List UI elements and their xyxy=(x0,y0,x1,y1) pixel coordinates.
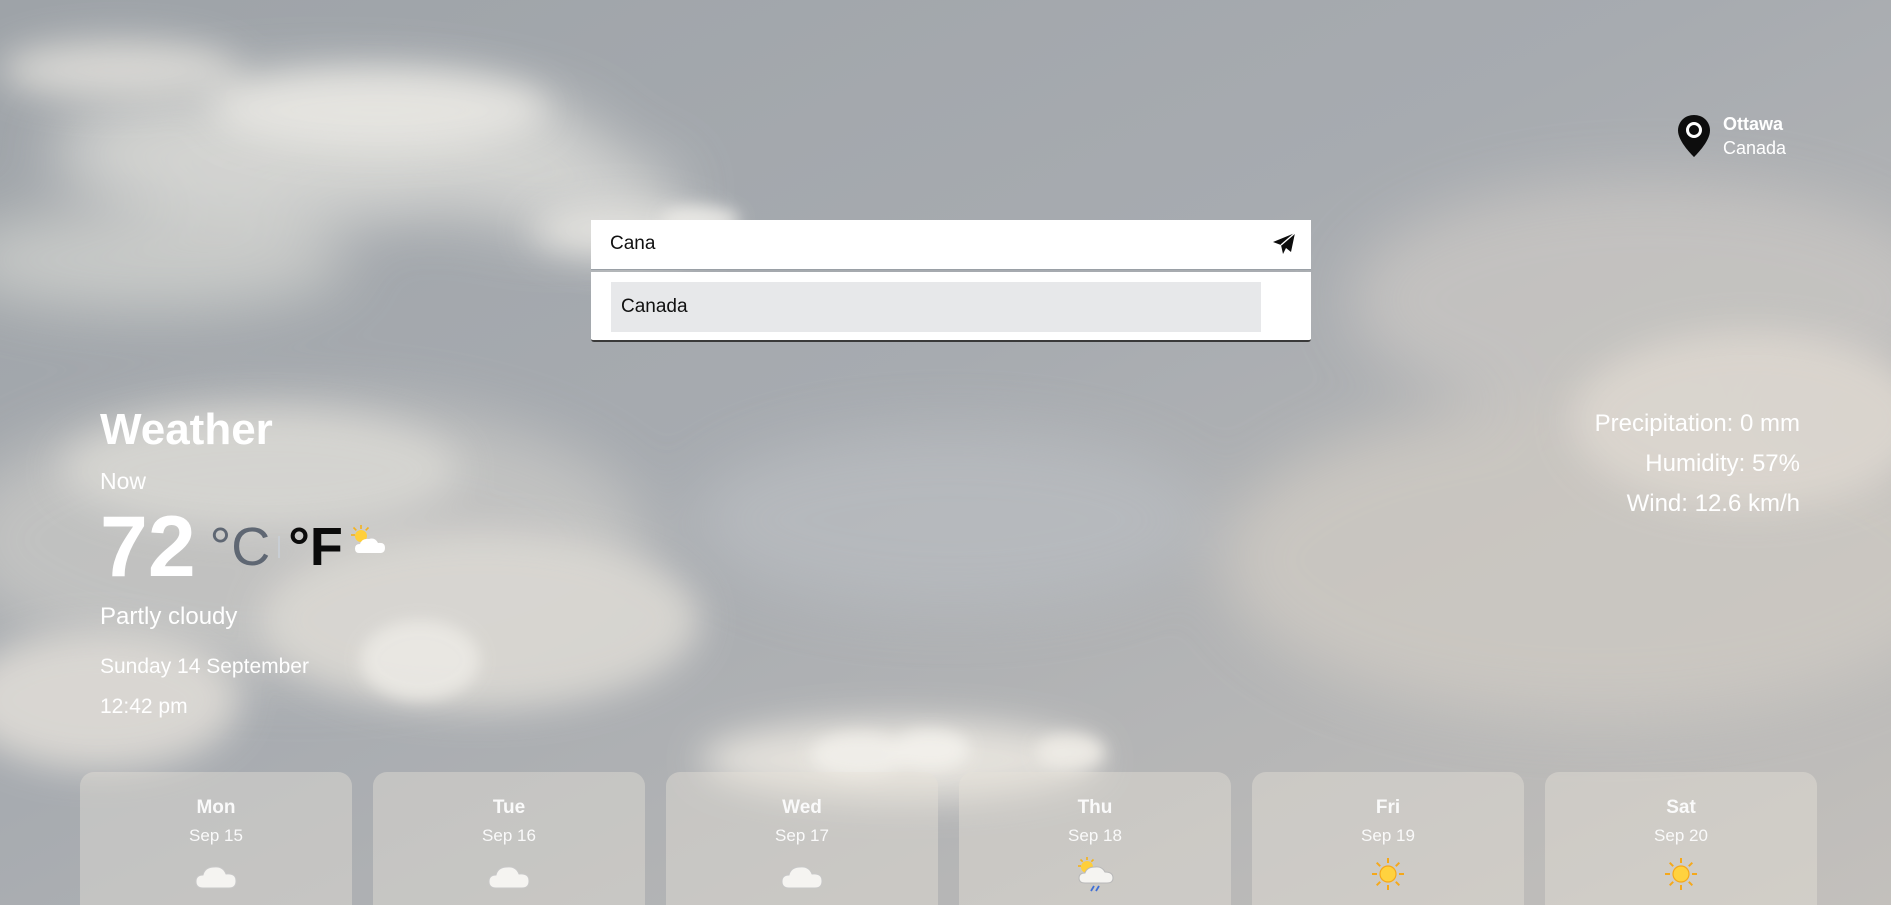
location-country: Canada xyxy=(1723,138,1787,158)
forecast-day-mon[interactable]: Mon Sep 15 xyxy=(80,772,352,905)
forecast-day-date: Sep 17 xyxy=(775,826,829,845)
forecast-day-name: Fri xyxy=(1375,797,1401,818)
current-temperature: 72 xyxy=(100,499,196,595)
search-bar xyxy=(591,220,1311,270)
temperature-row: 72 °C °F xyxy=(100,500,391,594)
cloud-icon xyxy=(195,866,237,889)
forecast-day-name: Mon xyxy=(196,797,236,818)
forecast-day-wed[interactable]: Wed Sep 17 xyxy=(666,772,938,905)
map-pin-icon xyxy=(1678,115,1710,157)
weather-stats: Precipitation: 0 mm Humidity: 57% Wind: … xyxy=(1595,404,1800,524)
weather-app: Ottawa Canada Canada Weather Now 72 °C °… xyxy=(0,0,1891,905)
current-location: Ottawa Canada xyxy=(1675,112,1786,160)
forecast-day-date: Sep 16 xyxy=(482,826,536,845)
forecast-day-name: Tue xyxy=(492,797,526,818)
cloud-icon xyxy=(488,866,530,889)
paper-plane-icon xyxy=(1273,232,1296,254)
forecast-day-date: Sep 15 xyxy=(189,826,243,845)
unit-celsius-toggle[interactable]: °C xyxy=(210,500,271,594)
unit-divider xyxy=(278,536,281,558)
forecast-day-name: Sat xyxy=(1666,797,1696,818)
page-title: Weather xyxy=(100,405,273,454)
cloud-icon xyxy=(781,866,823,889)
suggestion-item[interactable]: Canada xyxy=(611,282,1261,332)
current-time: 12:42 pm xyxy=(100,695,188,718)
forecast-day-name: Wed xyxy=(782,797,822,818)
forecast-strip: Mon Sep 15 Tue Sep 16 Wed Sep 17 Thu Sep… xyxy=(80,772,1854,905)
forecast-day-name: Thu xyxy=(1077,797,1113,818)
forecast-day-sat[interactable]: Sat Sep 20 xyxy=(1545,772,1817,905)
wind-stat: Wind: 12.6 km/h xyxy=(1626,490,1800,517)
sun-icon xyxy=(1372,858,1404,890)
forecast-day-date: Sep 19 xyxy=(1361,826,1415,845)
unit-fahrenheit-toggle[interactable]: °F xyxy=(288,500,343,594)
sun-icon xyxy=(1665,858,1697,890)
current-date: Sunday 14 September xyxy=(100,655,309,678)
humidity-stat: Humidity: 57% xyxy=(1645,450,1800,477)
search-suggestions: Canada xyxy=(591,272,1311,342)
location-city: Ottawa xyxy=(1723,114,1784,134)
precipitation-stat: Precipitation: 0 mm xyxy=(1594,410,1800,437)
now-label: Now xyxy=(100,468,147,494)
forecast-day-thu[interactable]: Thu Sep 18 xyxy=(959,772,1231,905)
forecast-day-fri[interactable]: Fri Sep 19 xyxy=(1252,772,1524,905)
partly-cloudy-icon xyxy=(350,525,385,553)
forecast-day-date: Sep 18 xyxy=(1068,826,1122,845)
search-submit-button[interactable] xyxy=(1271,231,1297,257)
forecast-day-date: Sep 20 xyxy=(1654,826,1708,845)
forecast-day-tue[interactable]: Tue Sep 16 xyxy=(373,772,645,905)
sun-cloud-rain-icon xyxy=(1078,857,1114,892)
current-condition: Partly cloudy xyxy=(100,603,238,630)
location-text: Ottawa Canada xyxy=(1723,112,1786,160)
search-input[interactable] xyxy=(591,220,1250,268)
current-weather: Weather Now 72 °C °F Partly cloudy Sunda… xyxy=(100,400,391,722)
